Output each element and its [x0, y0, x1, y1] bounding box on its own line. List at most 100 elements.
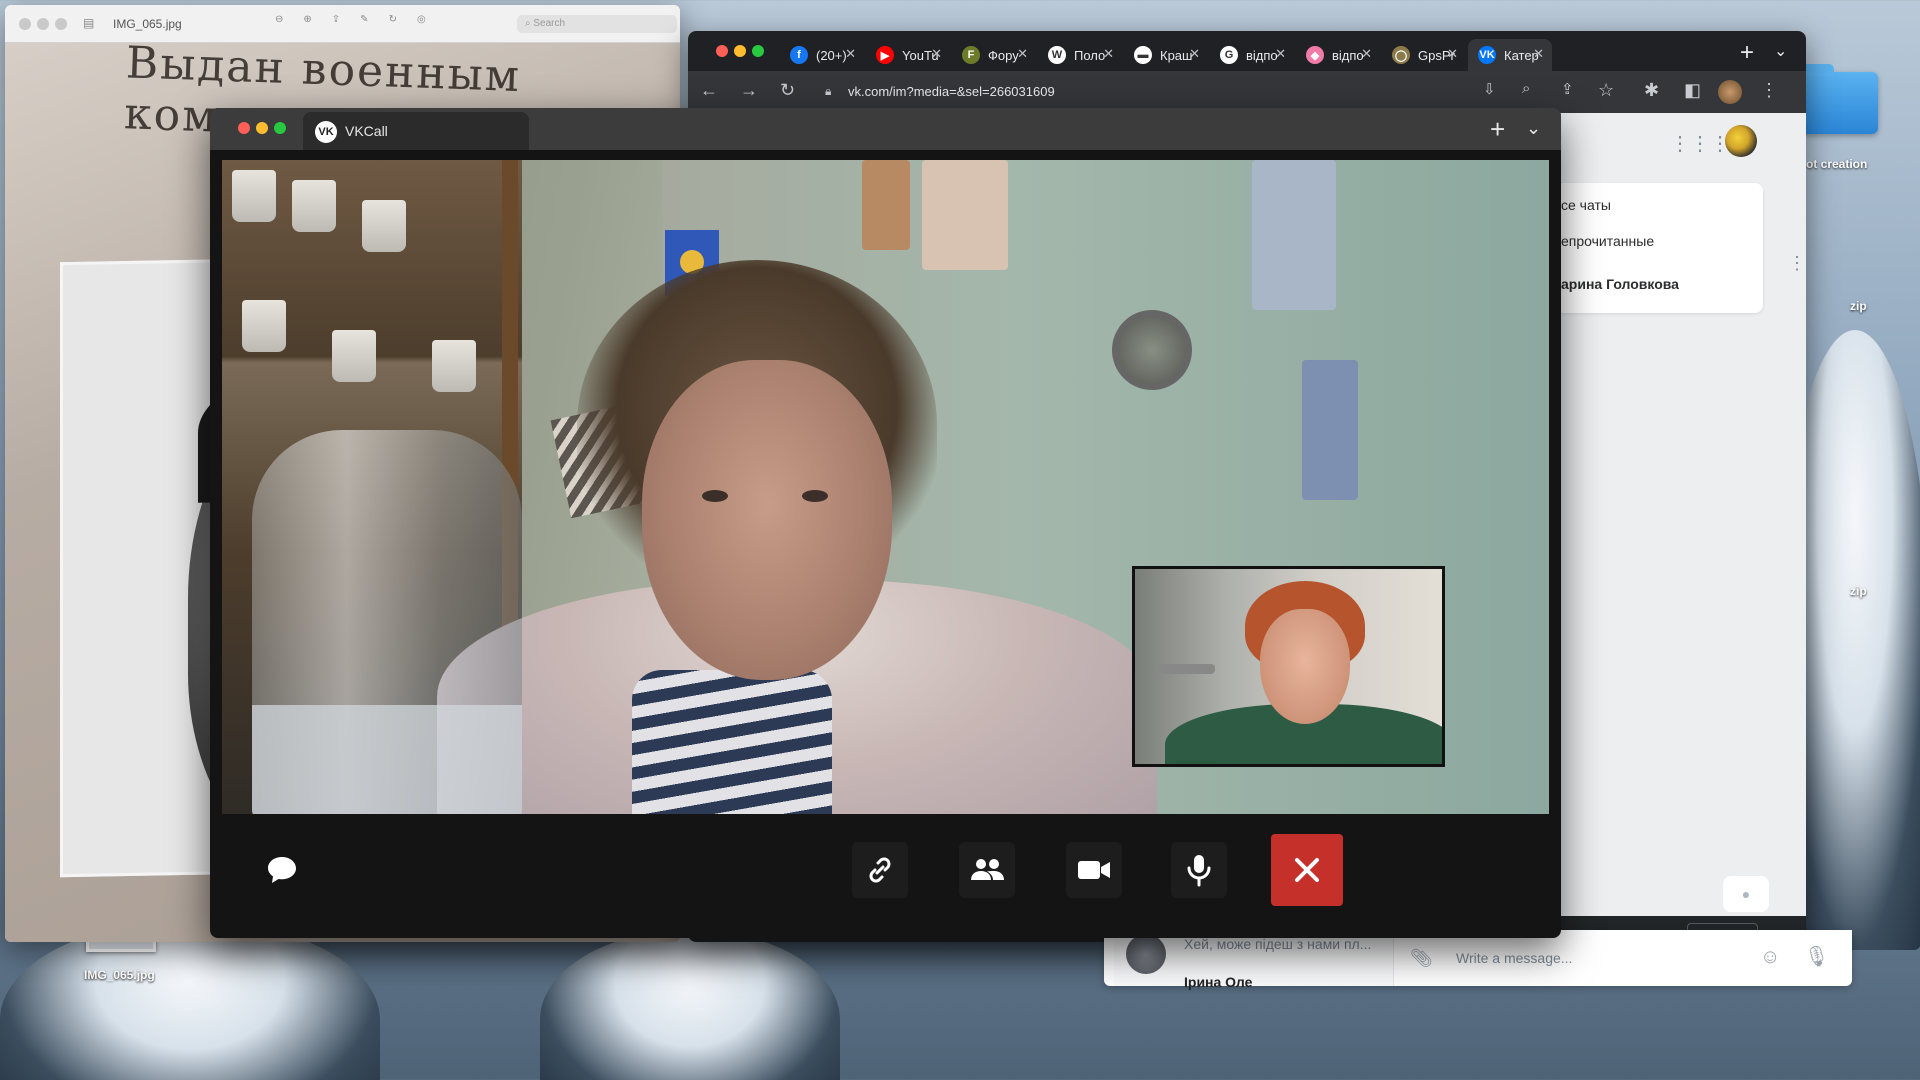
- participants-icon: [971, 859, 1004, 880]
- search-placeholder: Search: [533, 18, 566, 29]
- extensions-icon[interactable]: ✱: [1644, 80, 1659, 101]
- google-icon: G: [1220, 46, 1238, 64]
- more-options-icon[interactable]: ⋮: [1788, 253, 1806, 274]
- video-towel: [1252, 160, 1336, 310]
- close-icon[interactable]: ✕: [1361, 46, 1372, 62]
- reload-icon[interactable]: ↻: [780, 80, 795, 101]
- preview-title: IMG_065.jpg: [113, 17, 182, 31]
- new-tab-icon[interactable]: +: [1740, 39, 1754, 67]
- tab-search-chevron-icon[interactable]: ⌄: [1774, 41, 1787, 61]
- tab-gpsp[interactable]: ◯ GpsPr ✕: [1382, 39, 1466, 71]
- close-icon[interactable]: ✕: [845, 46, 856, 62]
- message-input[interactable]: Write a message...: [1456, 950, 1572, 966]
- contact-name: Ірина Оле: [1184, 974, 1253, 990]
- profile-avatar[interactable]: [1718, 80, 1742, 104]
- tab-strip: f (20+) ✕ ▶ YouTu ✕ F Фору ✕ W Поло ✕ ▬ Краш ✕ Gвідпо ✕ ◆…: [688, 31, 1806, 71]
- microphone-button[interactable]: [1171, 842, 1227, 898]
- chat-bubble-icon[interactable]: ●: [1723, 876, 1769, 912]
- tab-vkcall[interactable]: VK VKCall: [303, 112, 529, 150]
- zoom-window-button[interactable]: [752, 45, 764, 57]
- video-cup: [232, 170, 276, 222]
- rotate-icon[interactable]: ↻: [389, 14, 397, 25]
- install-icon[interactable]: ⇩: [1483, 80, 1496, 98]
- close-icon[interactable]: ✕: [1189, 46, 1200, 62]
- video-cup: [332, 330, 376, 382]
- tab-youtube[interactable]: ▶ YouTu ✕: [866, 39, 950, 71]
- participants-button[interactable]: [959, 842, 1015, 898]
- close-icon[interactable]: ✕: [1533, 46, 1544, 62]
- filter-unread[interactable]: епрочитанные: [1561, 233, 1654, 249]
- highlight-icon[interactable]: ✎: [360, 14, 368, 25]
- tab-facebook[interactable]: f (20+) ✕: [780, 39, 864, 71]
- sidebar-toggle-icon[interactable]: ▤: [83, 16, 94, 30]
- emoji-icon[interactable]: ☺: [1760, 946, 1780, 969]
- tab-flamingo[interactable]: ◆ відпо ✕: [1296, 39, 1380, 71]
- vk-logo-icon: VK: [315, 121, 337, 143]
- close-window-button[interactable]: [716, 45, 728, 57]
- address-bar[interactable]: vk.com/im?media=&sel=266031609: [848, 84, 1055, 99]
- video-strainer: [1112, 310, 1192, 390]
- close-window-button[interactable]: [19, 18, 31, 30]
- wikipedia-icon: W: [1048, 46, 1066, 64]
- tab-google[interactable]: Gвідпо ✕: [1210, 39, 1294, 71]
- minimize-window-button[interactable]: [256, 122, 268, 134]
- zoom-out-icon[interactable]: ⊖: [275, 14, 283, 25]
- pip-faucet: [1155, 664, 1215, 674]
- vkcall-window: VK VKCall + ⌄: [210, 108, 1561, 938]
- vk-icon: VK: [1478, 46, 1496, 64]
- close-icon[interactable]: ✕: [1447, 46, 1458, 62]
- bookmark-star-icon[interactable]: ☆: [1598, 80, 1614, 101]
- chat-button[interactable]: [254, 842, 310, 898]
- tab-wikipedia[interactable]: W Поло ✕: [1038, 39, 1122, 71]
- close-icon[interactable]: ✕: [1275, 46, 1286, 62]
- minimize-window-button[interactable]: [734, 45, 746, 57]
- self-view-video[interactable]: [1132, 566, 1445, 767]
- zoom-in-icon[interactable]: ⊕: [303, 14, 311, 25]
- apps-grid-icon[interactable]: ⋮⋮⋮: [1670, 131, 1730, 156]
- chevron-down-icon[interactable]: ⌄: [1526, 118, 1541, 139]
- attach-paperclip-icon[interactable]: 📎︎: [1410, 948, 1433, 969]
- close-icon[interactable]: ✕: [931, 46, 942, 62]
- flamingo-icon: ◆: [1306, 46, 1324, 64]
- copy-link-button[interactable]: [852, 842, 908, 898]
- close-icon[interactable]: ✕: [1017, 46, 1028, 62]
- close-icon: [1295, 858, 1319, 882]
- tab-site[interactable]: ▬ Краш ✕: [1124, 39, 1208, 71]
- vk-user-avatar[interactable]: [1725, 125, 1757, 157]
- filter-all-chats[interactable]: се чаты: [1561, 197, 1611, 213]
- lock-icon: 🔒︎: [825, 84, 832, 98]
- close-icon[interactable]: ✕: [1103, 46, 1114, 62]
- forward-icon[interactable]: →: [740, 80, 758, 101]
- tab-forum[interactable]: F Фору ✕: [952, 39, 1036, 71]
- share-icon[interactable]: ⇪: [1561, 80, 1574, 98]
- tab-vk[interactable]: VK Катер ✕: [1468, 39, 1552, 71]
- zoom-window-button[interactable]: [274, 122, 286, 134]
- tab-title: VKCall: [345, 123, 388, 139]
- microphone-icon: [1187, 855, 1211, 887]
- wallpaper-tree: [540, 930, 840, 1080]
- markup-icon[interactable]: ◎: [417, 14, 426, 25]
- new-tab-icon[interactable]: +: [1490, 114, 1505, 145]
- end-call-button[interactable]: [1271, 834, 1343, 906]
- preview-toolbar: ▤ IMG_065.jpg ⊖ ⊕ ⇪ ✎ ↻ ◎ ⌕ Search: [5, 5, 680, 43]
- video-cup: [362, 200, 406, 252]
- camera-button[interactable]: [1066, 842, 1122, 898]
- zoom-icon[interactable]: ⌕: [1522, 80, 1530, 97]
- menu-kebab-icon[interactable]: ⋮: [1760, 80, 1778, 101]
- video-eye: [802, 490, 828, 502]
- message-composer: Хей, може підеш з нами пл... Ірина Оле 📎…: [1104, 930, 1852, 990]
- voice-message-mic-icon[interactable]: 🎙︎: [1804, 944, 1829, 969]
- share-icon[interactable]: ⇪: [332, 14, 340, 25]
- zoom-window-button[interactable]: [55, 18, 67, 30]
- close-window-button[interactable]: [238, 122, 250, 134]
- back-icon[interactable]: ←: [700, 80, 718, 101]
- contact-item[interactable]: арина Головкова: [1561, 276, 1679, 292]
- avatar: [1126, 934, 1166, 974]
- browser-toolbar: ← → ↻ 🔒︎ vk.com/im?media=&sel=266031609 …: [688, 71, 1806, 113]
- video-towel: [1302, 360, 1358, 500]
- side-panel-icon[interactable]: ◧: [1684, 80, 1701, 101]
- desktop-folder-icon[interactable]: [1800, 64, 1878, 134]
- preview-search-field[interactable]: ⌕ Search: [517, 15, 677, 33]
- minimize-window-button[interactable]: [37, 18, 49, 30]
- chat-preview[interactable]: Хей, може підеш з нами пл... Ірина Оле: [1114, 930, 1394, 990]
